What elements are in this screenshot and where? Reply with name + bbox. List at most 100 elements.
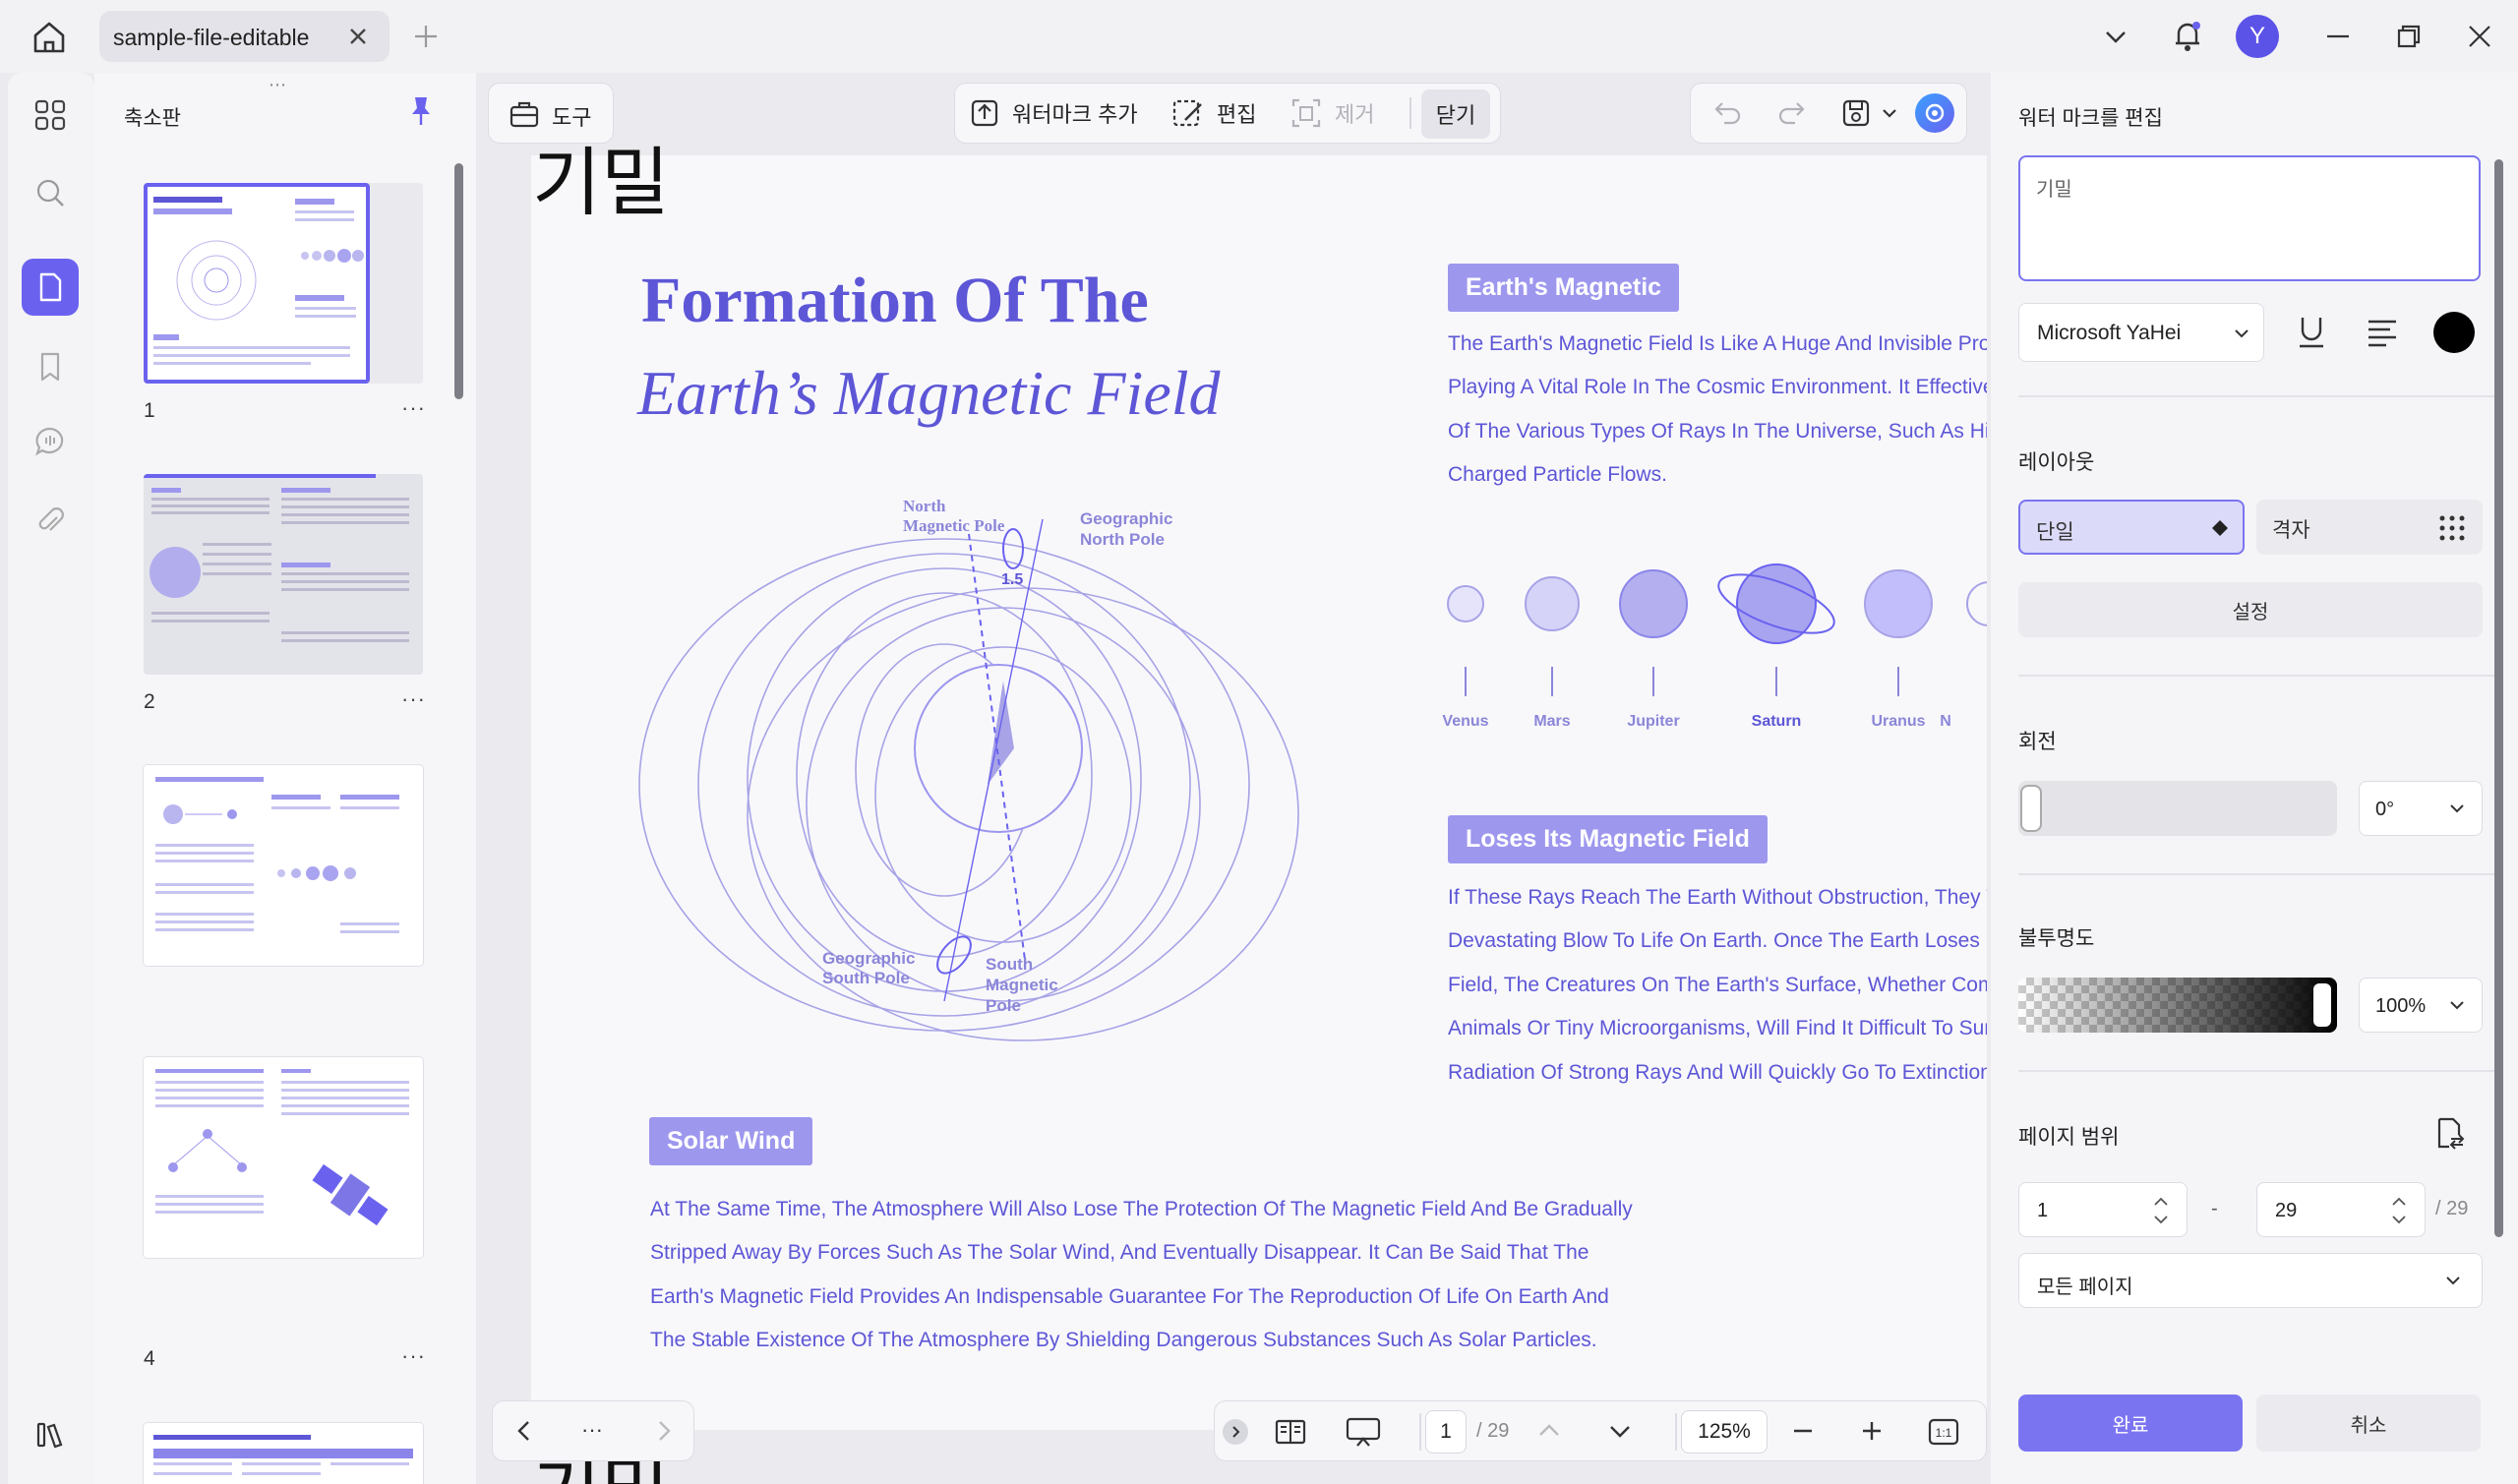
grid-dots-icon <box>2437 513 2467 543</box>
bell-icon[interactable] <box>2168 16 2207 55</box>
attachment-icon[interactable] <box>22 493 79 550</box>
rotation-slider[interactable] <box>2018 781 2337 836</box>
zoom-out-icon[interactable] <box>1789 1417 1817 1445</box>
minimize-icon[interactable] <box>2323 22 2353 51</box>
comment-icon[interactable] <box>22 413 79 470</box>
tools-button[interactable]: 도구 <box>488 83 614 144</box>
thumbnail-scrollbar[interactable] <box>454 163 463 399</box>
watermark-text-input[interactable]: 기밀 <box>2018 155 2481 281</box>
diamond-icon <box>2211 519 2229 537</box>
edit-watermark-button[interactable]: 편집 <box>1171 84 1256 143</box>
thumbnails-icon[interactable] <box>22 259 79 316</box>
close-window-icon[interactable] <box>2465 22 2494 51</box>
title-bar: sample-file-editable Y <box>0 0 2518 73</box>
font-select[interactable]: Microsoft YaHei <box>2018 303 2264 362</box>
thumbnail-page-2[interactable] <box>144 474 423 675</box>
ai-assistant-icon[interactable] <box>1915 93 1954 133</box>
earth-magnetic-line-4: Charged Particle Flows. <box>1448 463 1667 486</box>
page-range-icon[interactable] <box>2431 1115 2467 1151</box>
color-swatch[interactable] <box>2433 312 2475 353</box>
planet-label-uranus: Uranus <box>1871 713 1926 730</box>
edit-watermark-label: 편집 <box>1217 102 1257 127</box>
pin-icon[interactable] <box>407 94 435 128</box>
geo-south-label-1: Geographic <box>822 949 915 968</box>
range-to-input[interactable]: 29 <box>2256 1182 2426 1237</box>
apps-icon[interactable] <box>22 87 79 144</box>
search-icon[interactable] <box>22 164 79 221</box>
tools-label: 도구 <box>552 105 592 130</box>
save-icon[interactable] <box>1840 97 1872 129</box>
range-from-input[interactable]: 1 <box>2018 1182 2188 1237</box>
done-button[interactable]: 완료 <box>2018 1395 2243 1452</box>
thumbnail-number-4: 4 <box>144 1347 155 1370</box>
opacity-select[interactable]: 100% <box>2359 978 2483 1033</box>
library-icon[interactable] <box>22 1406 79 1463</box>
layout-grid-label: 격자 <box>2272 519 2310 542</box>
drag-handle[interactable]: ⋯ <box>269 75 286 95</box>
watermark-text-value: 기밀 <box>2036 179 2072 201</box>
redo-icon[interactable] <box>1775 97 1807 129</box>
page-down-icon[interactable] <box>1606 1417 1634 1445</box>
chevron-down-icon[interactable] <box>2101 22 2130 51</box>
geo-south-label-2: South Pole <box>822 969 910 987</box>
range-to-value: 29 <box>2275 1200 2298 1221</box>
more-options[interactable]: ··· <box>581 1417 603 1443</box>
settings-button[interactable]: 설정 <box>2018 582 2483 637</box>
thumbnail-panel-title: 축소판 <box>124 107 181 130</box>
opacity-slider[interactable] <box>2018 978 2337 1033</box>
solar-wind-heading: Solar Wind <box>649 1117 813 1165</box>
layout-single-option[interactable]: 단일 <box>2018 500 2245 555</box>
panel-title: 워터 마크를 편집 <box>2018 107 2163 130</box>
presentation-icon[interactable] <box>1345 1415 1382 1449</box>
thumbnail-page-3[interactable] <box>144 765 423 966</box>
thumbnail-more-4[interactable]: ··· <box>401 1343 426 1369</box>
range-total: / 29 <box>2435 1198 2469 1219</box>
layout-grid-option[interactable]: 격자 <box>2256 500 2483 555</box>
thumbnail-more-2[interactable]: ··· <box>401 686 426 712</box>
align-icon[interactable] <box>2365 315 2400 350</box>
page-layout-icon[interactable] <box>1274 1415 1307 1449</box>
geo-north-label-2: North Pole <box>1080 530 1165 549</box>
actual-size-icon[interactable]: 1:1 <box>1927 1415 1960 1449</box>
thumbnail-page-1[interactable] <box>144 183 423 384</box>
zoom-in-icon[interactable] <box>1858 1417 1886 1445</box>
loses-field-line-2: Devastating Blow To Life On Earth. Once … <box>1448 929 1987 952</box>
save-options-chevron-icon[interactable] <box>1880 103 1899 123</box>
document-tab[interactable]: sample-file-editable <box>99 11 390 62</box>
bookmark-icon[interactable] <box>22 338 79 395</box>
previous-icon[interactable] <box>510 1417 538 1445</box>
south-magnetic-label-3: Pole <box>986 996 1021 1015</box>
opacity-slider-handle[interactable] <box>2313 983 2331 1027</box>
avatar[interactable]: Y <box>2236 15 2279 58</box>
thumbnail-page-5[interactable] <box>144 1423 423 1484</box>
page-nav-left: ··· <box>492 1400 694 1461</box>
next-icon[interactable] <box>650 1417 678 1445</box>
restore-icon[interactable] <box>2394 22 2424 51</box>
watermark-preview[interactable]: 기밀 <box>532 146 670 220</box>
range-to-stepper-icon[interactable] <box>2389 1191 2409 1230</box>
page-number-input[interactable]: 1 <box>1425 1410 1467 1454</box>
close-tab-icon[interactable] <box>345 24 371 49</box>
rotation-select[interactable]: 0° <box>2359 781 2483 836</box>
expand-icon[interactable] <box>1223 1419 1248 1445</box>
remove-watermark-button[interactable]: 제거 <box>1289 84 1374 143</box>
thumbnail-number-1: 1 <box>144 399 155 422</box>
thumbnail-number-2: 2 <box>144 690 155 713</box>
zoom-level[interactable]: 125% <box>1681 1410 1768 1454</box>
loses-field-line-4: Animals Or Tiny Microorganisms, Will Fin… <box>1448 1017 1987 1039</box>
close-watermark-button[interactable]: 닫기 <box>1421 89 1490 139</box>
rotation-slider-handle[interactable] <box>2020 785 2042 832</box>
home-icon[interactable] <box>28 16 71 59</box>
edit-watermark-icon <box>1171 96 1205 130</box>
panel-scrollbar[interactable] <box>2494 159 2503 1237</box>
thumbnail-page-4[interactable] <box>144 1057 423 1258</box>
cancel-button[interactable]: 취소 <box>2256 1395 2481 1452</box>
new-tab-icon[interactable] <box>411 22 441 51</box>
underline-icon[interactable] <box>2294 313 2329 352</box>
thumbnail-more-1[interactable]: ··· <box>401 395 426 421</box>
range-from-stepper-icon[interactable] <box>2151 1191 2171 1230</box>
page-up-icon[interactable] <box>1535 1417 1563 1445</box>
page-scope-select[interactable]: 모든 페이지 <box>2018 1253 2483 1308</box>
undo-icon[interactable] <box>1712 97 1744 129</box>
add-watermark-button[interactable]: 워터마크 추가 <box>969 84 1138 143</box>
